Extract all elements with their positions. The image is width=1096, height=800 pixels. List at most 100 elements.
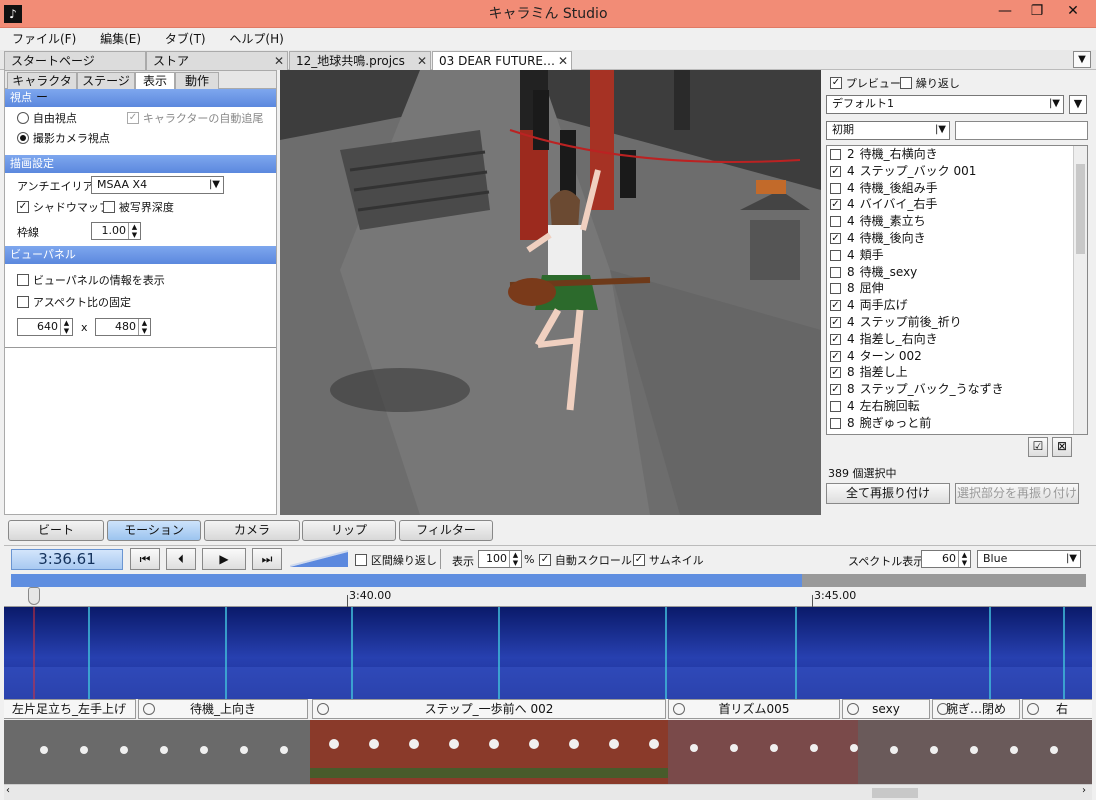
motion-list-item[interactable]: 8 屈伸 xyxy=(827,280,1087,297)
free-view-radio[interactable] xyxy=(17,112,29,124)
motion-list-scrollbar[interactable] xyxy=(1073,146,1087,434)
menu-edit[interactable]: 編集(E) xyxy=(92,28,149,50)
auto-scroll-checkbox[interactable]: ✓ xyxy=(539,554,551,566)
tab-list-dropdown-icon[interactable]: ▼ xyxy=(1073,51,1091,68)
dof-checkbox[interactable] xyxy=(103,201,115,213)
motion-checkbox[interactable]: ✓ xyxy=(830,199,841,211)
tab-motion[interactable]: モーション xyxy=(107,520,201,541)
playhead-handle[interactable] xyxy=(28,587,40,605)
scrollbar-thumb[interactable] xyxy=(872,788,918,798)
show-panel-info-checkbox[interactable] xyxy=(17,274,29,286)
spinner-arrows-icon[interactable]: ▲ ▼ xyxy=(138,319,150,335)
motion-list-item[interactable]: ✓ 4 バイバイ_右手 xyxy=(827,196,1087,213)
tab-project-1[interactable]: 12_地球共鳴.projcs ✕ xyxy=(289,51,431,70)
preview-checkbox[interactable]: ✓ xyxy=(830,77,842,89)
motion-list-item[interactable]: ✓ 4 ステップ前後_祈り xyxy=(827,314,1087,331)
check-all-icon[interactable]: ☑ xyxy=(1028,437,1048,457)
motion-checkbox[interactable] xyxy=(830,149,841,160)
motion-clip-1[interactable]: 左片足立ち_左手上げ xyxy=(4,699,136,719)
motion-list-item[interactable]: ✓ 8 指差し上 xyxy=(827,364,1087,381)
spinner-arrows-icon[interactable]: ▲ ▼ xyxy=(509,551,521,567)
motion-clip-6[interactable]: 腕ぎ…閉め xyxy=(932,699,1020,719)
tab-camera[interactable]: カメラ xyxy=(204,520,300,541)
motion-list-item[interactable]: 4 左右腕回転 xyxy=(827,398,1087,415)
motion-checkbox[interactable] xyxy=(830,182,841,194)
motion-list-item[interactable]: ✓ 4 ステップ_バック 001 xyxy=(827,163,1087,180)
spectrum-spinner[interactable]: 60 ▲ ▼ xyxy=(921,550,971,568)
chevron-right-icon[interactable]: › xyxy=(1082,785,1086,796)
skip-start-icon[interactable]: ⏮ xyxy=(130,548,160,570)
tab-start-page[interactable]: スタートページ xyxy=(4,51,146,70)
motion-list-item[interactable]: ✓ 8 ステップ_バック_うなずき xyxy=(827,381,1087,398)
play-icon[interactable]: ▶ xyxy=(202,548,246,570)
tab-lip[interactable]: リップ xyxy=(302,520,396,541)
chevron-left-icon[interactable]: ‹ xyxy=(6,785,10,796)
spectrum-color-select[interactable]: Blue |▼ xyxy=(977,550,1081,568)
maximize-button[interactable]: ❐ xyxy=(1022,0,1052,22)
seek-bar[interactable] xyxy=(11,574,1086,587)
camera-view-radio[interactable] xyxy=(17,132,29,144)
motion-clip-7[interactable]: 右 xyxy=(1022,699,1092,719)
auto-follow-checkbox[interactable]: ✓ xyxy=(127,112,139,124)
spinner-arrows-icon[interactable]: ▲ ▼ xyxy=(128,223,140,239)
tab-store[interactable]: ストア ✕ xyxy=(146,51,288,70)
category-select[interactable]: 初期 |▼ xyxy=(826,121,950,140)
outline-spinner[interactable]: 1.00 ▲ ▼ xyxy=(91,222,141,240)
motion-search-input[interactable] xyxy=(955,121,1088,140)
step-back-icon[interactable]: ⏴ xyxy=(166,548,196,570)
tab-filter[interactable]: フィルター xyxy=(399,520,493,541)
motion-list-item[interactable]: 4 待機_後組み手 xyxy=(827,180,1087,197)
motion-checkbox[interactable] xyxy=(830,266,841,278)
tab-project-2[interactable]: 03 DEAR FUTURE… ✕ xyxy=(432,51,572,70)
range-loop-checkbox[interactable] xyxy=(355,554,367,566)
loop-checkbox[interactable] xyxy=(900,77,912,89)
motion-clip-3[interactable]: ステップ_一歩前へ 002 xyxy=(312,699,666,719)
motion-checkbox[interactable]: ✓ xyxy=(830,316,841,328)
motion-checkbox[interactable]: ✓ xyxy=(830,367,841,379)
timeline-scrollbar[interactable]: ‹ › xyxy=(4,784,1092,800)
motion-checkbox[interactable] xyxy=(830,283,841,295)
antialias-select[interactable]: MSAA X4 |▼ xyxy=(91,176,224,194)
skip-end-icon[interactable]: ⏭ xyxy=(252,548,282,570)
motion-list-item[interactable]: 8 腕ぎゅっと前 xyxy=(827,415,1087,432)
motion-checkbox[interactable] xyxy=(830,249,841,261)
minimize-button[interactable]: — xyxy=(990,0,1020,22)
motion-list-item[interactable]: 4 頬手 xyxy=(827,247,1087,264)
motion-checkbox[interactable]: ✓ xyxy=(830,232,841,244)
subtab-motion[interactable]: 動作 xyxy=(175,72,219,89)
reassign-selected-button[interactable]: 選択部分を再振り付け xyxy=(955,483,1079,504)
motion-list-item[interactable]: 4 待機_素立ち xyxy=(827,213,1087,230)
motion-checkbox[interactable]: ✓ xyxy=(830,333,841,345)
display-scale-spinner[interactable]: 100 ▲ ▼ xyxy=(478,550,522,568)
subtab-stage[interactable]: ステージ xyxy=(77,72,135,89)
motion-clip-5[interactable]: sexy xyxy=(842,699,930,719)
motion-list-item[interactable]: ✓ 4 指差し_右向き xyxy=(827,331,1087,348)
close-icon[interactable]: ✕ xyxy=(558,52,568,70)
motion-checkbox[interactable]: ✓ xyxy=(830,165,841,177)
menu-tab[interactable]: タブ(T) xyxy=(157,28,214,50)
preset-select[interactable]: デフォルト1 |▼ xyxy=(826,95,1064,114)
uncheck-all-icon[interactable]: ⊠ xyxy=(1052,437,1072,457)
motion-list-item[interactable]: ✓ 4 両手広げ xyxy=(827,297,1087,314)
fix-aspect-checkbox[interactable] xyxy=(17,296,29,308)
motion-checkbox[interactable] xyxy=(830,417,841,429)
subtab-display[interactable]: 表示 xyxy=(135,72,175,89)
motion-checkbox[interactable]: ✓ xyxy=(830,384,841,396)
motion-checkbox[interactable] xyxy=(830,216,841,228)
shadow-map-checkbox[interactable]: ✓ xyxy=(17,201,29,213)
motion-list-item[interactable]: 2 待機_右横向き xyxy=(827,146,1087,163)
spinner-arrows-icon[interactable]: ▲ ▼ xyxy=(60,319,72,335)
motion-list-item[interactable]: ✓ 4 ターン 002 xyxy=(827,348,1087,365)
close-icon[interactable]: ✕ xyxy=(274,52,284,70)
motion-checkbox[interactable]: ✓ xyxy=(830,350,841,362)
aspect-height-spinner[interactable]: 480 ▲ ▼ xyxy=(95,318,151,336)
motion-clip-4[interactable]: 首リズム005 xyxy=(668,699,840,719)
reassign-all-button[interactable]: 全て再振り付け xyxy=(826,483,950,504)
3d-viewport[interactable] xyxy=(280,70,821,515)
menu-file[interactable]: ファイル(F) xyxy=(4,28,84,50)
motion-clip-2[interactable]: 待機_上向き xyxy=(138,699,308,719)
spinner-arrows-icon[interactable]: ▲ ▼ xyxy=(958,551,970,567)
subtab-character[interactable]: キャラクター xyxy=(7,72,77,104)
aspect-width-spinner[interactable]: 640 ▲ ▼ xyxy=(17,318,73,336)
motion-list-item[interactable]: 8 待機_sexy xyxy=(827,264,1087,281)
